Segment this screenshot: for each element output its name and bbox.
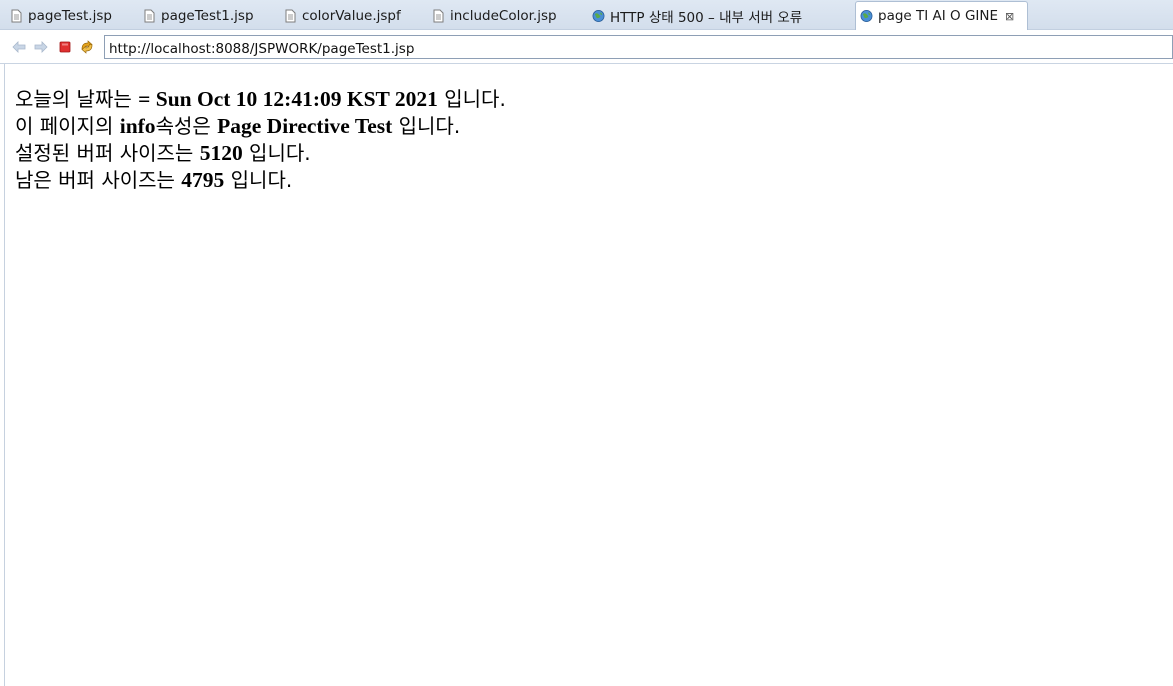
tab-label: HTTP 상태 500 – 내부 서버 오류 bbox=[610, 9, 803, 26]
date-suffix: 입니다. bbox=[437, 87, 506, 111]
info-label: 이 페이지의 bbox=[15, 114, 120, 138]
tab-http-500[interactable]: HTTP 상태 500 – 내부 서버 오류 bbox=[592, 2, 802, 29]
globe-icon bbox=[860, 10, 873, 22]
tab-includecolor[interactable]: includeColor.jsp bbox=[432, 2, 557, 29]
buffer-size-suffix: 입니다. bbox=[242, 141, 311, 165]
info-attr-name: info bbox=[119, 114, 156, 138]
info-line: 이 페이지의 info속성은 Page Directive Test 입니다. bbox=[15, 113, 506, 140]
file-icon bbox=[433, 9, 444, 22]
globe-icon bbox=[592, 9, 605, 22]
content-frame-border bbox=[4, 64, 5, 686]
editor-tab-strip: pageTest.jsp pageTest1.jsp colorValue.js… bbox=[0, 0, 1173, 30]
forward-icon[interactable] bbox=[33, 39, 49, 55]
tab-label: pageTest.jsp bbox=[28, 7, 112, 24]
remaining-buffer-value: 4795 bbox=[181, 168, 225, 192]
remaining-buffer-suffix: 입니다. bbox=[224, 168, 293, 192]
info-middle: 속성은 bbox=[155, 114, 218, 138]
tab-colorvalue[interactable]: colorValue.jspf bbox=[284, 2, 401, 29]
page-content: 오늘의 날짜는 = Sun Oct 10 12:41:09 KST 2021 입… bbox=[15, 86, 506, 194]
remaining-buffer-label: 남은 버퍼 사이즈는 bbox=[15, 168, 182, 192]
file-icon bbox=[285, 9, 296, 22]
buffer-size-line: 설정된 버퍼 사이즈는 5120 입니다. bbox=[15, 140, 506, 167]
buffer-size-label: 설정된 버퍼 사이즈는 bbox=[15, 141, 200, 165]
file-icon bbox=[144, 9, 155, 22]
tab-label: includeColor.jsp bbox=[450, 7, 557, 24]
tab-pagetest[interactable]: pageTest.jsp bbox=[10, 2, 112, 29]
browser-window: pageTest.jsp pageTest1.jsp colorValue.js… bbox=[0, 0, 1173, 686]
date-label: 오늘의 날짜는 bbox=[15, 87, 139, 111]
date-line: 오늘의 날짜는 = Sun Oct 10 12:41:09 KST 2021 입… bbox=[15, 86, 506, 113]
stop-icon[interactable] bbox=[57, 39, 73, 55]
tab-pagetest1[interactable]: pageTest1.jsp bbox=[143, 2, 254, 29]
refresh-icon[interactable] bbox=[79, 39, 95, 55]
tab-label: pageTest1.jsp bbox=[161, 7, 254, 24]
close-icon[interactable]: ⊠ bbox=[1005, 10, 1014, 23]
info-value: Page Directive Test bbox=[217, 114, 393, 138]
file-icon bbox=[11, 9, 22, 22]
tab-label: page TI AI O GINE bbox=[878, 8, 999, 24]
tab-page-active[interactable]: page TI AI O GINE ⊠ bbox=[855, 1, 1028, 30]
address-input[interactable] bbox=[104, 35, 1173, 59]
browser-toolbar bbox=[0, 30, 1173, 64]
buffer-size-value: 5120 bbox=[199, 141, 243, 165]
info-suffix: 입니다. bbox=[392, 114, 461, 138]
date-value: = Sun Oct 10 12:41:09 KST 2021 bbox=[138, 87, 438, 111]
back-icon[interactable] bbox=[11, 39, 27, 55]
remaining-buffer-line: 남은 버퍼 사이즈는 4795 입니다. bbox=[15, 167, 506, 194]
tab-label: colorValue.jspf bbox=[302, 7, 401, 24]
